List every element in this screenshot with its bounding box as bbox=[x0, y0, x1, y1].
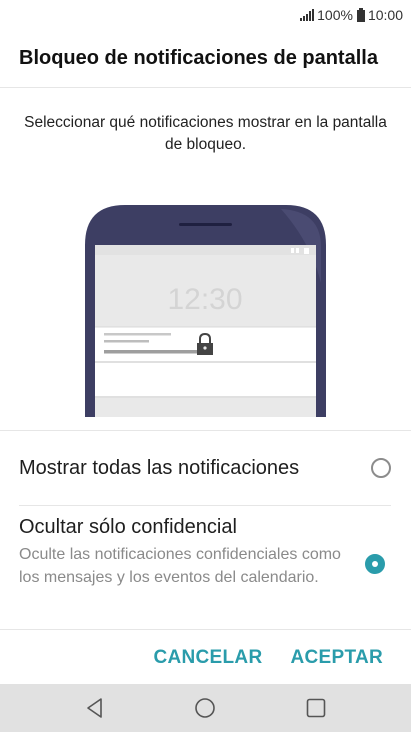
illustration-clock: 12:30 bbox=[167, 283, 242, 316]
lock-screen-illustration: 12:30 bbox=[85, 205, 326, 417]
nav-recents-icon bbox=[306, 698, 326, 718]
option-hide-confidential[interactable]: Ocultar sólo confidencial Oculte las not… bbox=[19, 513, 391, 623]
dialog-buttons: CANCELAR ACEPTAR bbox=[153, 636, 383, 680]
status-bar: 100% 10:00 bbox=[0, 0, 411, 30]
nav-back-button[interactable] bbox=[73, 686, 117, 730]
option-show-all-label: Mostrar todas las notificaciones bbox=[19, 456, 300, 479]
nav-home-button[interactable] bbox=[183, 686, 227, 730]
phone-speaker bbox=[179, 223, 232, 226]
nav-back-icon bbox=[87, 698, 102, 718]
divider bbox=[19, 505, 391, 506]
signal-icon bbox=[300, 9, 315, 21]
option-hide-confidential-label: Ocultar sólo confidencial bbox=[19, 516, 237, 538]
page-title: Bloqueo de notificaciones de pantalla bbox=[19, 47, 378, 69]
radio-hide-confidential[interactable] bbox=[365, 554, 385, 574]
option-hide-confidential-description: Oculte las notificaciones confidenciales… bbox=[19, 546, 341, 586]
app-bar: Bloqueo de notificaciones de pantalla bbox=[0, 30, 411, 88]
divider bbox=[0, 629, 411, 630]
cancel-button[interactable]: CANCELAR bbox=[153, 647, 262, 669]
nav-home-icon bbox=[195, 698, 216, 718]
nav-recents-button[interactable] bbox=[294, 686, 338, 730]
battery-icon bbox=[356, 8, 365, 22]
battery-percent: 100% bbox=[317, 7, 353, 23]
navigation-bar bbox=[0, 684, 411, 732]
divider bbox=[0, 430, 411, 431]
status-time: 10:00 bbox=[367, 7, 403, 23]
description-text: Seleccionar qué notificaciones mostrar e… bbox=[24, 114, 387, 153]
radio-show-all[interactable] bbox=[371, 458, 391, 478]
option-show-all[interactable]: Mostrar todas las notificaciones bbox=[19, 440, 391, 496]
accept-button[interactable]: ACEPTAR bbox=[290, 647, 383, 669]
